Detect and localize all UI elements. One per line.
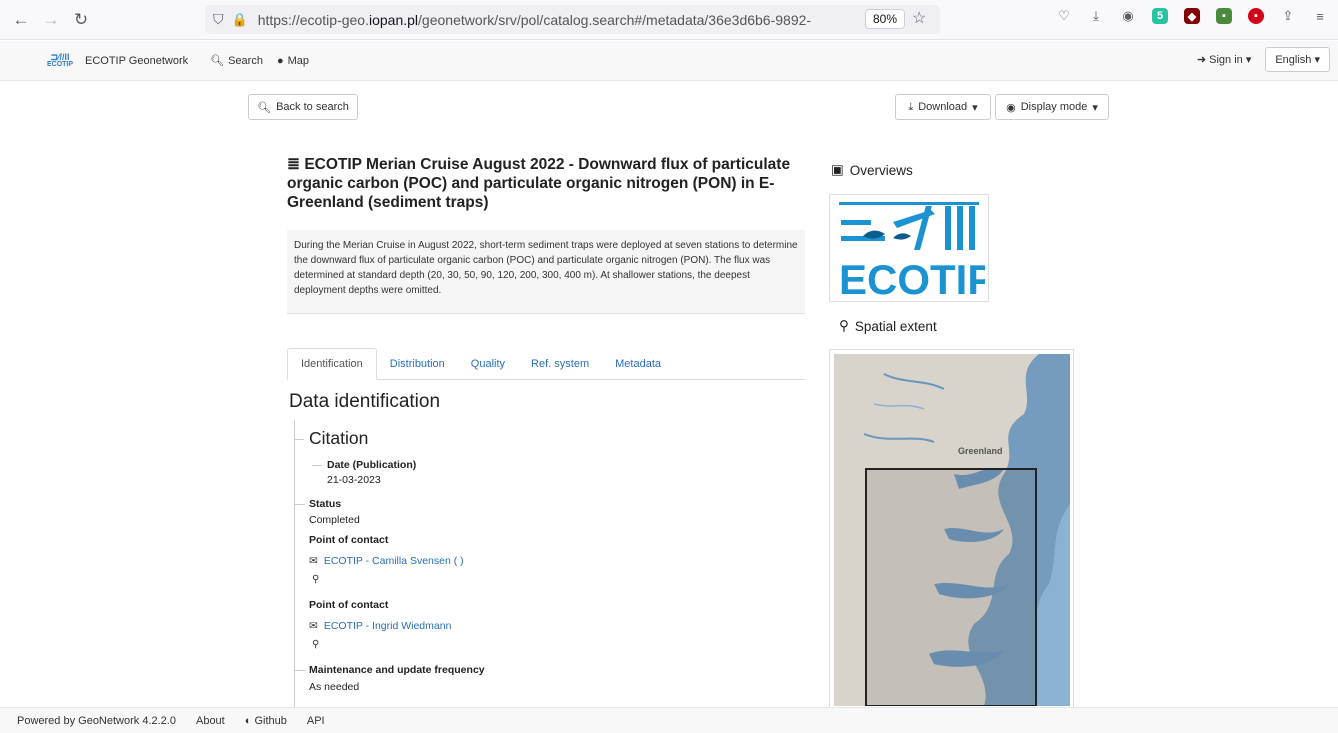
tree-connector — [294, 439, 304, 440]
download-button[interactable]: ⤓ Download ▾ — [895, 94, 991, 120]
ublock-icon[interactable]: ◆ — [1182, 6, 1202, 26]
tree-connector — [295, 504, 305, 505]
tab-quality[interactable]: Quality — [458, 349, 518, 379]
forward-arrow-icon[interactable]: → — [36, 5, 66, 35]
spatial-extent-heading: ⚲ Spatial extent — [839, 318, 937, 334]
overviews-heading: ▣ Overviews — [831, 162, 913, 178]
database-icon: ≣ — [287, 156, 300, 173]
account-icon[interactable]: ◉ — [1118, 6, 1138, 26]
api-link[interactable]: API — [307, 715, 325, 727]
date-label: Date (Publication) — [327, 459, 417, 471]
ecotip-logo-image: ECOTIP — [839, 202, 995, 303]
bookmark-star-icon[interactable]: ☆ — [912, 8, 926, 28]
map-marker-icon: ⚲ — [312, 639, 320, 650]
overview-thumbnail[interactable]: ECOTIP — [829, 194, 995, 303]
pocket-icon[interactable]: ♡ — [1054, 6, 1074, 26]
privacy-extension-icon[interactable]: ▪ — [1246, 6, 1266, 26]
tab-identification[interactable]: Identification — [287, 348, 377, 380]
spatial-extent-map[interactable]: Greenland — [829, 349, 1074, 709]
github-link[interactable]: ◐ Github — [245, 715, 287, 727]
status-label: Status — [309, 498, 342, 510]
tab-distribution[interactable]: Distribution — [377, 349, 458, 379]
point-of-contact-label: Point of contact — [309, 599, 389, 611]
display-mode-button[interactable]: ◉ Display mode ▾ — [995, 94, 1109, 120]
nav-search-link[interactable]: 🔍︎ Search — [210, 54, 263, 68]
contact-link[interactable]: ✉ ECOTIP - Ingrid Wiedmann — [309, 620, 451, 632]
notes-extension-icon[interactable]: ▪ — [1214, 6, 1234, 26]
caret-down-icon: ▾ — [972, 101, 978, 114]
search-icon: 🔍︎ — [210, 55, 225, 67]
language-dropdown[interactable]: English ▾ — [1265, 47, 1330, 72]
contact-link[interactable]: ✉ ECOTIP - Camilla Svensen ( ) — [309, 555, 464, 567]
envelope-icon: ✉ — [309, 620, 318, 632]
tree-connector — [312, 465, 322, 466]
download-icon[interactable]: ⤓ — [1086, 6, 1106, 26]
brand-link[interactable]: ECOTIP Geonetwork — [85, 55, 188, 67]
caret-down-icon: ▾ — [1092, 101, 1098, 114]
powered-by-link[interactable]: Powered by GeoNetwork 4.2.2.0 — [17, 715, 176, 727]
page-footer: Powered by GeoNetwork 4.2.2.0 About ◐ Gi… — [0, 707, 1338, 733]
reload-icon[interactable]: ↻ — [66, 5, 96, 35]
maintenance-value: As needed — [309, 681, 360, 693]
map-place-label: Greenland — [958, 446, 1003, 456]
map-marker-icon: ⚲ — [312, 574, 320, 585]
metadata-tabs: Identification Distribution Quality Ref.… — [287, 347, 805, 380]
app-navbar: ⊐⁄//ll ECOTIP ECOTIP Geonetwork 🔍︎ Search… — [0, 41, 1338, 81]
tree-connector — [295, 670, 305, 671]
share-icon[interactable]: ⇪ — [1278, 6, 1298, 26]
image-icon: ▣ — [831, 162, 844, 177]
tab-metadata[interactable]: Metadata — [602, 349, 674, 379]
extension-badge-icon[interactable]: 5 — [1150, 6, 1170, 26]
search-icon: 🔍︎ — [257, 101, 272, 114]
coastline-map-image — [834, 354, 1070, 706]
map-marker-icon: ⚲ — [839, 318, 849, 333]
citation-heading: Citation — [309, 428, 369, 448]
nav-map-link[interactable]: ● Map — [277, 55, 309, 67]
data-identification-heading: Data identification — [289, 391, 441, 412]
sign-in-dropdown[interactable]: ➜ Sign in ▾ — [1197, 53, 1252, 66]
shield-icon[interactable]: ⛉ — [213, 11, 224, 28]
record-abstract: During the Merian Cruise in August 2022,… — [287, 230, 805, 314]
svg-text:ECOTIP: ECOTIP — [839, 256, 985, 298]
globe-icon: ● — [276, 54, 284, 67]
ecotip-logo-icon[interactable]: ⊐⁄//ll ECOTIP — [45, 51, 75, 71]
lock-icon[interactable]: 🔒 — [232, 12, 248, 28]
extension-toolbar: ♡ ⤓ ◉ 5 ◆ ▪ ▪ ⇪ ≡ — [1054, 6, 1338, 26]
github-icon: ◐ — [244, 714, 252, 727]
eye-icon: ◉ — [1006, 101, 1016, 114]
record-title: ≣ ECOTIP Merian Cruise August 2022 - Dow… — [287, 156, 791, 211]
point-of-contact-label: Point of contact — [309, 534, 389, 546]
tab-ref-system[interactable]: Ref. system — [518, 349, 602, 379]
status-value: Completed — [309, 514, 360, 526]
address-bar[interactable]: ⛉ 🔒 https://ecotip-geo.iopan.pl/geonetwo… — [205, 5, 940, 34]
back-to-search-button[interactable]: 🔍︎ Back to search — [248, 94, 358, 120]
about-link[interactable]: About — [196, 715, 225, 727]
tree-connector — [294, 420, 295, 710]
url-text: https://ecotip-geo.iopan.pl/geonetwork/s… — [257, 11, 812, 28]
maintenance-label: Maintenance and update frequency — [309, 664, 485, 676]
download-icon: ⤓ — [908, 100, 914, 113]
envelope-icon: ✉ — [309, 555, 318, 567]
browser-toolbar: ← → ↻ ⛉ 🔒 https://ecotip-geo.iopan.pl/ge… — [0, 0, 1338, 40]
back-arrow-icon[interactable]: ← — [6, 5, 36, 35]
date-value: 21-03-2023 — [327, 474, 381, 486]
menu-icon[interactable]: ≡ — [1310, 6, 1330, 26]
zoom-level-badge[interactable]: 80% — [865, 9, 906, 29]
